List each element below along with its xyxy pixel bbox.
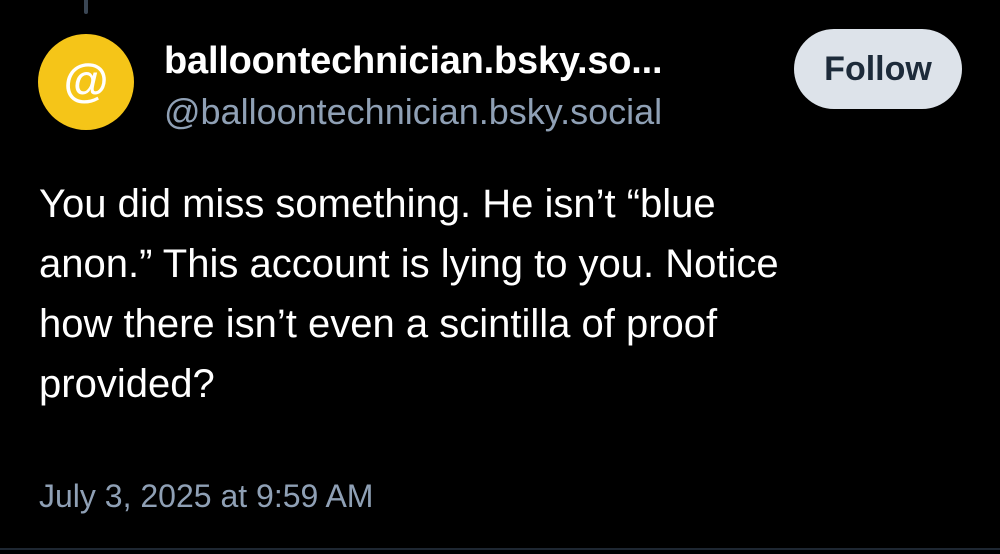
divider: [0, 548, 1000, 550]
author-handle[interactable]: @balloontechnician.bsky.social: [164, 90, 662, 134]
avatar[interactable]: @: [38, 34, 134, 130]
post-timestamp: July 3, 2025 at 9:59 AM: [39, 478, 374, 514]
at-sign-icon: @: [63, 54, 109, 106]
author-display-name[interactable]: balloontechnician.bsky.so...: [164, 38, 663, 84]
post-text: You did miss something. He isn’t “blue a…: [39, 182, 779, 406]
follow-button[interactable]: Follow: [794, 29, 962, 109]
thread-connector-line: [84, 0, 88, 14]
